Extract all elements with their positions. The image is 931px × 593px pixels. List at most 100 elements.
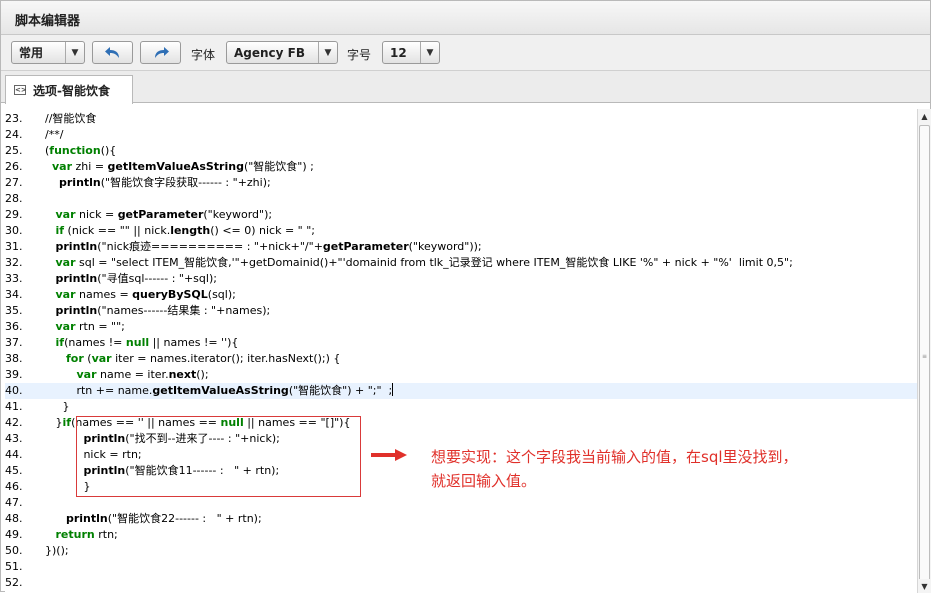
window-titlebar: 脚本编辑器 — [1, 1, 930, 35]
tab-label: 选项-智能饮食 — [33, 83, 110, 98]
code-text: return rtn; — [55, 528, 118, 541]
code-line[interactable]: 32. var sql = "select ITEM_智能饮食,'"+getDo… — [5, 255, 917, 271]
line-number: 25. — [5, 144, 23, 157]
line-number: 33. — [5, 272, 23, 285]
code-text: var nick = getParameter("keyword"); — [55, 208, 273, 221]
code-text: if(names != null || names != ''){ — [55, 336, 239, 349]
line-number: 52. — [5, 576, 23, 589]
line-number: 38. — [5, 352, 23, 365]
line-number: 46. — [5, 480, 23, 493]
code-line[interactable]: 23. //智能饮食 — [5, 111, 917, 127]
code-text: var zhi = getItemValueAsString("智能饮食") ; — [52, 160, 314, 173]
code-line[interactable]: 34. var names = queryBySQL(sql); — [5, 287, 917, 303]
editor-toolbar: 常用 ▼ 字体 Agency FB ▼ 字号 12 ▼ — [1, 35, 930, 71]
undo-icon — [104, 46, 119, 58]
line-number: 26. — [5, 160, 23, 173]
line-number: 50. — [5, 544, 23, 557]
line-number: 49. — [5, 528, 23, 541]
line-number: 23. — [5, 112, 23, 125]
code-line[interactable]: 24. /**/ — [5, 127, 917, 143]
code-line[interactable]: 52. — [5, 575, 917, 591]
code-line[interactable]: 36. var rtn = ""; — [5, 319, 917, 335]
undo-button[interactable] — [92, 41, 133, 64]
code-line[interactable]: 25. (function(){ — [5, 143, 917, 159]
code-text: var rtn = ""; — [55, 320, 125, 333]
scrollbar-thumb[interactable]: ≡ — [919, 125, 930, 591]
window-title: 脚本编辑器 — [15, 14, 81, 29]
chevron-down-icon: ▼ — [318, 42, 337, 63]
code-text: var names = queryBySQL(sql); — [55, 288, 236, 301]
line-number: 47. — [5, 496, 23, 509]
scroll-down-icon[interactable]: ▼ — [918, 579, 931, 593]
line-number: 40. — [5, 384, 23, 397]
code-text: /**/ — [45, 128, 64, 141]
annotation-note: 想要实现：这个字段我当前输入的值，在sql里没找到， 就返回输入值。 — [431, 445, 901, 493]
code-line[interactable]: 33. println("寻值sql------ : "+sql); — [5, 271, 917, 287]
font-size-value: 12 — [390, 45, 407, 60]
annotation-line-2: 就返回输入值。 — [431, 472, 537, 490]
code-line[interactable]: 47. — [5, 495, 917, 511]
code-editor[interactable]: 23. //智能饮食 24. /**/ 25. (function(){ 26. var z… — [5, 109, 917, 593]
code-text: println("寻值sql------ : "+sql); — [55, 272, 217, 285]
line-number: 51. — [5, 560, 23, 573]
code-line[interactable]: 39. var name = iter.next(); — [5, 367, 917, 383]
code-text: println("nick痕迹========== : "+nick+"/"+g… — [55, 240, 482, 253]
code-line[interactable]: 30. if (nick == "" || nick.length() <= 0… — [5, 223, 917, 239]
arrow-right-icon — [371, 449, 407, 461]
line-number: 30. — [5, 224, 23, 237]
code-line[interactable]: 27. println("智能饮食字段获取------ : "+zhi); — [5, 175, 917, 191]
editor-scrollbar[interactable]: ▲ ≡ ▼ — [917, 109, 931, 593]
code-line[interactable]: 51. — [5, 559, 917, 575]
redo-icon — [154, 46, 169, 58]
tab-smart-diet[interactable]: <> 选项-智能饮食 — [5, 75, 133, 104]
chevron-down-icon: ▼ — [420, 42, 439, 63]
code-text: var sql = "select ITEM_智能饮食,'"+getDomain… — [55, 256, 793, 269]
tab-bar: <> 选项-智能饮食 — [1, 71, 930, 104]
code-line[interactable]: 28. — [5, 191, 917, 207]
chevron-down-icon: ▼ — [65, 42, 84, 63]
code-line[interactable]: 35. println("names------结果集 : "+names); — [5, 303, 917, 319]
font-select[interactable]: Agency FB ▼ — [226, 41, 338, 64]
redo-button[interactable] — [140, 41, 181, 64]
code-line[interactable]: 31. println("nick痕迹========== : "+nick+"… — [5, 239, 917, 255]
code-line[interactable]: 29. var nick = getParameter("keyword"); — [5, 207, 917, 223]
line-number: 24. — [5, 128, 23, 141]
code-text: (function(){ — [45, 144, 117, 157]
annotation-line-1: 想要实现：这个字段我当前输入的值，在sql里没找到， — [431, 448, 798, 466]
code-line[interactable]: 50. })(); — [5, 543, 917, 559]
line-number: 27. — [5, 176, 23, 189]
code-text: var name = iter.next(); — [76, 368, 209, 381]
code-line[interactable]: 49. return rtn; — [5, 527, 917, 543]
mode-select[interactable]: 常用 ▼ — [11, 41, 85, 64]
code-text: } — [45, 400, 70, 413]
line-number: 28. — [5, 192, 23, 205]
line-number: 37. — [5, 336, 23, 349]
font-size-select[interactable]: 12 ▼ — [382, 41, 440, 64]
code-line[interactable]: 26. var zhi = getItemValueAsString("智能饮食… — [5, 159, 917, 175]
code-line[interactable]: 38. for (var iter = names.iterator(); it… — [5, 351, 917, 367]
code-line[interactable]: 41. } — [5, 399, 917, 415]
line-number: 48. — [5, 512, 23, 525]
grip-icon: ≡ — [922, 353, 928, 360]
code-text: })(); — [45, 544, 69, 557]
line-number: 41. — [5, 400, 23, 413]
line-number: 31. — [5, 240, 23, 253]
code-text: if (nick == "" || nick.length() <= 0) ni… — [55, 224, 316, 237]
code-text: println("names------结果集 : "+names); — [55, 304, 271, 317]
line-number: 35. — [5, 304, 23, 317]
line-number: 29. — [5, 208, 23, 221]
scroll-up-icon[interactable]: ▲ — [918, 109, 931, 123]
line-number: 42. — [5, 416, 23, 429]
line-number: 43. — [5, 432, 23, 445]
code-line[interactable]: 48. println("智能饮食22------ : " + rtn); — [5, 511, 917, 527]
line-number: 45. — [5, 464, 23, 477]
code-text: for (var iter = names.iterator(); iter.h… — [65, 352, 341, 365]
line-number: 32. — [5, 256, 23, 269]
code-line[interactable]: 40. rtn += name.getItemValueAsString("智能… — [5, 383, 917, 399]
code-text: //智能饮食 — [45, 112, 97, 125]
font-select-value: Agency FB — [234, 45, 306, 60]
mode-select-value: 常用 — [19, 46, 44, 60]
script-editor-window: 脚本编辑器 常用 ▼ 字体 Agency FB ▼ 字号 12 ▼ <> 选项-… — [0, 0, 931, 593]
code-file-icon: <> — [14, 85, 27, 95]
code-line[interactable]: 37. if(names != null || names != ''){ — [5, 335, 917, 351]
